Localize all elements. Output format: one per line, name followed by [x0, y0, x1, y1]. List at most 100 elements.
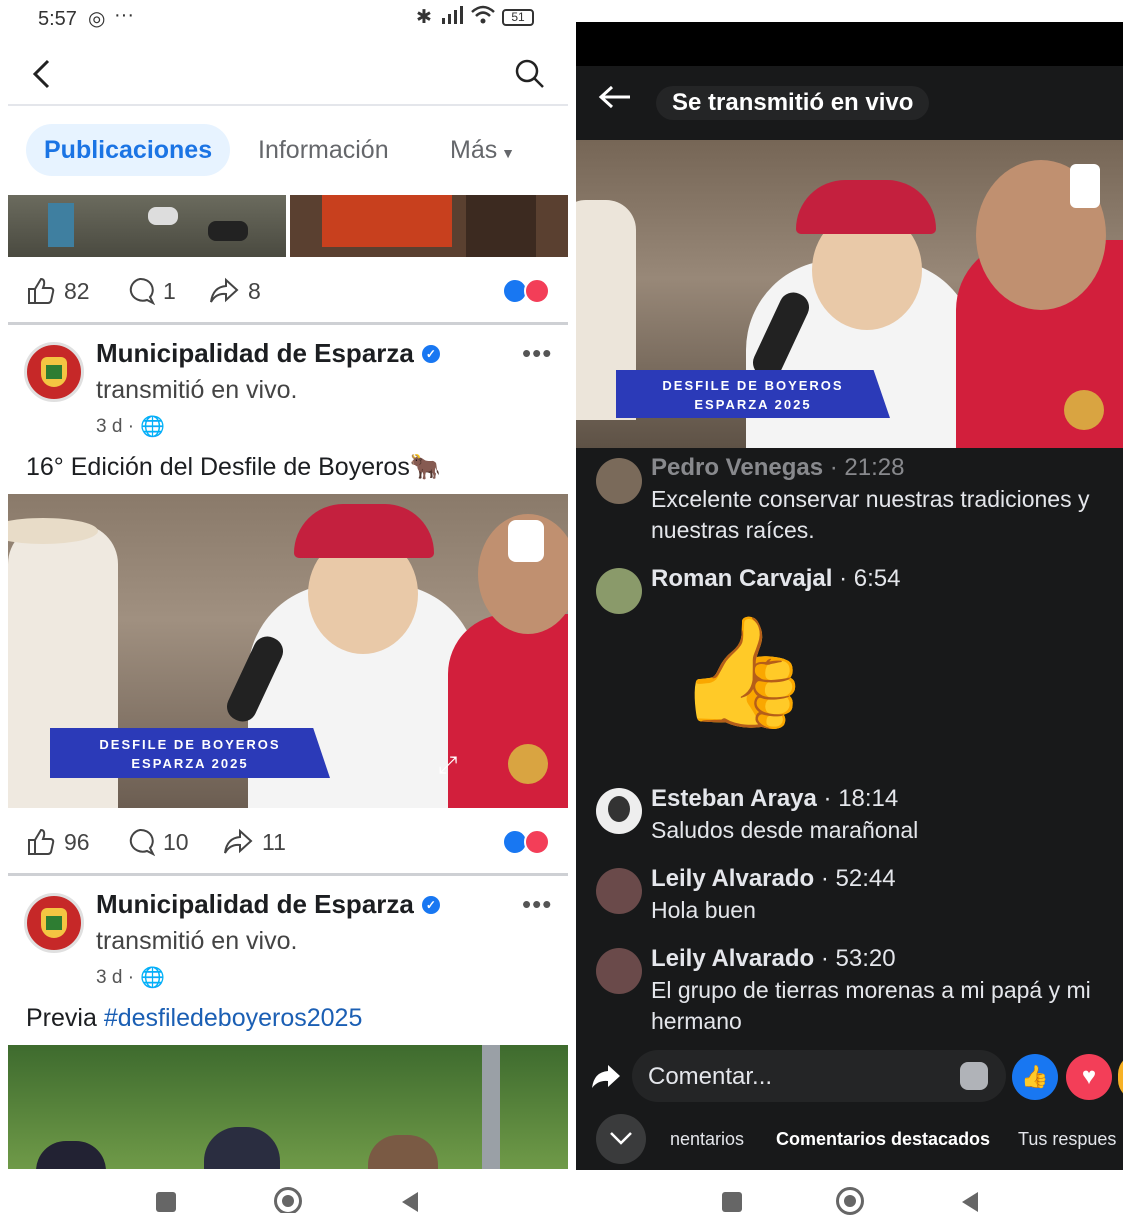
post1-photo-left[interactable]: [8, 195, 286, 257]
comment-input[interactable]: Comentar...: [632, 1050, 1006, 1102]
system-nav-bar: [0, 1172, 576, 1213]
filter-tab-featured[interactable]: Comentarios destacados: [776, 1129, 990, 1150]
post1-like-button[interactable]: 82: [26, 276, 90, 306]
comment-author[interactable]: Leily Alvarado · 53:20: [651, 945, 896, 973]
header-title: Se transmitió en vivo: [656, 86, 930, 120]
post1-share-button[interactable]: 8: [208, 276, 261, 306]
comment-avatar[interactable]: [596, 868, 642, 914]
post1-reactions[interactable]: [502, 278, 550, 304]
post3-video[interactable]: [8, 1045, 568, 1169]
red-cap: [796, 180, 936, 234]
post2-page-name[interactable]: Municipalidad de Esparza ✓: [96, 338, 440, 369]
globe-icon: 🌐: [140, 967, 165, 989]
back-nav-button[interactable]: [960, 1190, 980, 1219]
right-status-area: [576, 22, 1123, 66]
comment-author-name: Pedro Venegas: [651, 454, 824, 481]
comment-text: Hola buen: [651, 897, 756, 923]
back-arrow-icon[interactable]: [598, 84, 632, 115]
post2-more-options-icon[interactable]: •••: [522, 338, 552, 369]
verified-badge-icon: ✓: [421, 344, 440, 363]
recent-apps-button[interactable]: [156, 1192, 176, 1212]
comment-author[interactable]: Esteban Araya · 18:14: [651, 785, 898, 813]
like-reaction-button[interactable]: 👍: [1012, 1054, 1058, 1100]
post2-share-count: 11: [262, 828, 286, 855]
filter-tab-your-replies[interactable]: Tus respues: [1018, 1129, 1116, 1150]
love-reaction-icon: [524, 829, 550, 855]
post2-comment-button[interactable]: 10: [125, 827, 189, 857]
channel-logo: [508, 520, 544, 562]
page-avatar[interactable]: [24, 893, 84, 953]
back-button[interactable]: [30, 58, 54, 95]
comment-avatar[interactable]: [596, 948, 642, 994]
post1-photo-right[interactable]: [290, 195, 568, 257]
tab-mas[interactable]: Más ▼: [432, 124, 515, 176]
love-reaction-icon: [524, 278, 550, 304]
share-arrow-icon[interactable]: [590, 1062, 622, 1095]
sound-icon[interactable]: [508, 744, 548, 784]
comment-avatar[interactable]: [596, 458, 642, 504]
post-divider: [8, 322, 568, 325]
post3-page-name[interactable]: Municipalidad de Esparza ✓: [96, 889, 440, 920]
home-button[interactable]: [836, 1187, 864, 1215]
left-phone-screen: 5:57 ◎ ··· ✱ 51 Publicaciones Informació…: [0, 0, 576, 1213]
haha-reaction-button[interactable]: [1118, 1054, 1123, 1100]
share-icon: [210, 277, 239, 303]
page-avatar[interactable]: [24, 342, 84, 402]
more-notifications-icon: ···: [114, 4, 134, 26]
comment-avatar[interactable]: [596, 788, 642, 834]
comment-text: Excelente conservar nuestras tradiciones…: [651, 486, 1090, 543]
banner-line2: ESPARZA 2025: [131, 756, 249, 771]
event-banner: DESFILE DE BOYEROS ESPARZA 2025: [616, 370, 890, 418]
post3-more-options-icon[interactable]: •••: [522, 889, 552, 920]
love-reaction-button[interactable]: ♥: [1066, 1054, 1112, 1100]
comment-author[interactable]: Leily Alvarado · 52:44: [651, 865, 896, 893]
search-icon[interactable]: [514, 58, 546, 95]
like-icon: [28, 828, 55, 855]
post2-share-button[interactable]: 11: [222, 827, 286, 857]
home-button[interactable]: [274, 1187, 302, 1213]
bluetooth-icon: ✱: [416, 7, 432, 28]
post2-live-video[interactable]: DESFILE DE BOYEROS ESPARZA 2025 ⤢: [8, 494, 568, 808]
comment-avatar[interactable]: [596, 568, 642, 614]
post3-time: 3 d ·: [96, 966, 135, 988]
globe-icon: 🌐: [140, 416, 165, 438]
tab-publicaciones[interactable]: Publicaciones: [26, 124, 231, 176]
comment-icon: [129, 828, 155, 857]
post3-hashtag-link[interactable]: #desfiledeboyeros2025: [104, 1004, 363, 1032]
post2-reactions[interactable]: [502, 829, 550, 855]
post3-page-name-text: Municipalidad de Esparza: [96, 889, 414, 919]
like-icon: [28, 277, 55, 304]
comment-author-name: Roman Carvajal: [651, 565, 833, 592]
banner-line1: DESFILE DE BOYEROS: [99, 737, 281, 752]
post2-page-name-text: Municipalidad de Esparza: [96, 338, 414, 368]
comment-time: 21:28: [844, 454, 905, 481]
post2-like-button[interactable]: 96: [26, 827, 90, 857]
filter-tab-all-comments[interactable]: nentarios: [670, 1129, 744, 1150]
post3-action-text: transmitió en vivo.: [96, 927, 298, 955]
right-phone-screen: Se transmitió en vivo DESFILE DE BOYEROS…: [576, 22, 1123, 1170]
red-cap: [294, 504, 434, 558]
verified-badge-icon: ✓: [421, 895, 440, 914]
recent-apps-button[interactable]: [722, 1192, 742, 1212]
comment-author[interactable]: Pedro Venegas · 21:28: [651, 454, 904, 482]
sticker-icon[interactable]: [960, 1062, 988, 1090]
comment-time: 53:20: [835, 945, 896, 972]
collapse-button[interactable]: [596, 1114, 646, 1164]
post2-time: 3 d ·: [96, 415, 135, 437]
battery-indicator: 51: [502, 9, 534, 26]
expand-icon[interactable]: ⤢: [438, 752, 457, 780]
banner-line2: ESPARZA 2025: [694, 397, 812, 412]
post1-comment-count: 1: [163, 277, 176, 304]
back-nav-button[interactable]: [400, 1190, 420, 1213]
channel-logo: [1070, 164, 1100, 208]
comment-author[interactable]: Roman Carvajal · 6:54: [651, 565, 900, 593]
tab-informacion[interactable]: Información: [240, 124, 407, 176]
header-divider: [8, 104, 568, 106]
comment-icon: [129, 277, 155, 306]
comment-text: El grupo de tierras morenas a mi papá y …: [651, 977, 1091, 1034]
post1-comment-button[interactable]: 1: [125, 276, 176, 306]
status-time: 5:57: [38, 8, 77, 30]
live-video-player[interactable]: DESFILE DE BOYEROS ESPARZA 2025: [576, 140, 1123, 448]
post3-caption: Previa #desfiledeboyeros2025: [26, 1004, 362, 1033]
comment-author-name: Leily Alvarado: [651, 945, 815, 972]
